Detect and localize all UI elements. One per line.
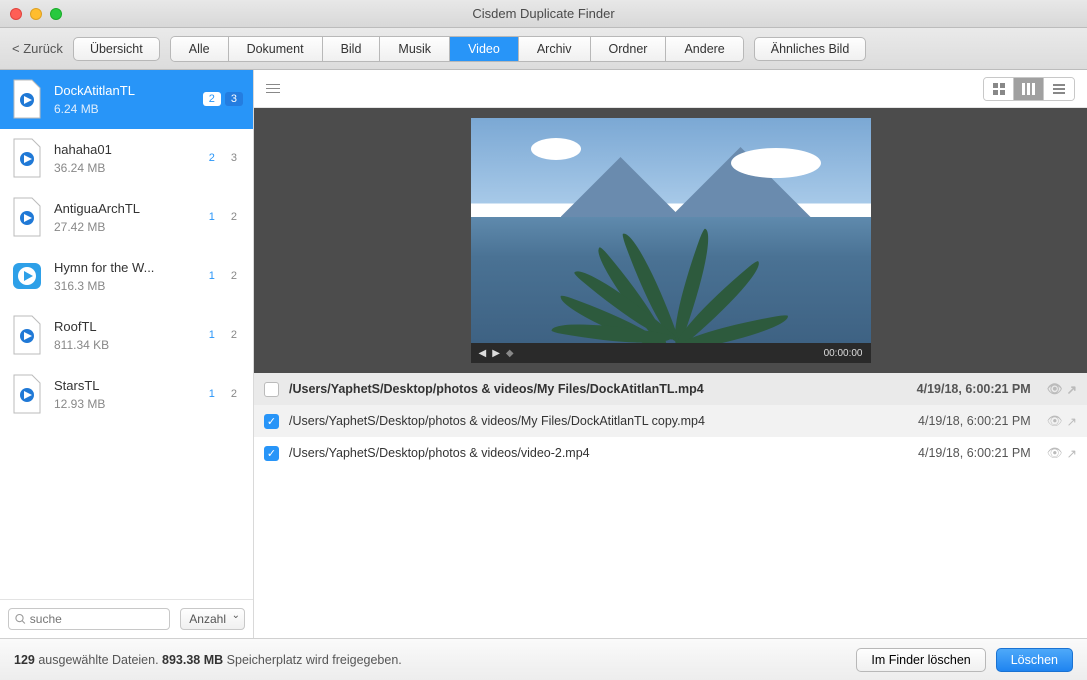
item-size: 811.34 KB bbox=[54, 338, 193, 352]
file-path: /Users/YaphetS/Desktop/photos & videos/v… bbox=[289, 446, 908, 460]
back-button[interactable]: < Zurück bbox=[12, 41, 63, 56]
file-date: 4/19/18, 6:00:21 PM bbox=[918, 446, 1031, 460]
duplicate-group-list[interactable]: DockAtitlanTL 6.24 MB 2 3 hahaha01 36.24… bbox=[0, 70, 253, 599]
search-input-wrapper[interactable] bbox=[8, 608, 170, 630]
view-mode-switch bbox=[983, 77, 1075, 101]
file-date: 4/19/18, 6:00:21 PM bbox=[917, 382, 1031, 396]
list-item[interactable]: RoofTL 811.34 KB 1 2 bbox=[0, 306, 253, 365]
item-name: StarsTL bbox=[54, 378, 193, 393]
tab-video[interactable]: Video bbox=[450, 37, 519, 61]
eye-hidden-icon[interactable]: 👁 bbox=[1047, 382, 1063, 397]
item-size: 316.3 MB bbox=[54, 279, 193, 293]
item-name: RoofTL bbox=[54, 319, 193, 334]
total-count: 2 bbox=[225, 387, 243, 401]
total-count: 2 bbox=[225, 328, 243, 342]
item-size: 36.24 MB bbox=[54, 161, 193, 175]
titlebar: Cisdem Duplicate Finder bbox=[0, 0, 1087, 28]
checkbox[interactable] bbox=[264, 414, 279, 429]
item-size: 12.93 MB bbox=[54, 397, 193, 411]
list-view-icon[interactable] bbox=[1044, 78, 1074, 100]
item-name: Hymn for the W... bbox=[54, 260, 193, 275]
player-controls: ◀︎ ▶ ◆ 00:00:00 bbox=[471, 343, 871, 363]
sort-dropdown[interactable]: Anzahl bbox=[180, 608, 245, 630]
toolbar: < Zurück Übersicht Alle Dokument Bild Mu… bbox=[0, 28, 1087, 70]
quicktime-icon bbox=[10, 373, 44, 415]
footer: 129 ausgewählte Dateien. 893.38 MB Speic… bbox=[0, 638, 1087, 680]
progress-dot[interactable]: ◆ bbox=[506, 348, 514, 359]
list-item[interactable]: AntiguaArchTL 27.42 MB 1 2 bbox=[0, 188, 253, 247]
item-size: 6.24 MB bbox=[54, 102, 193, 116]
quicktime-icon bbox=[10, 314, 44, 356]
sidebar-footer: Anzahl bbox=[0, 599, 253, 638]
quicktime-icon bbox=[10, 196, 44, 238]
quicktime-icon bbox=[10, 137, 44, 179]
tab-archiv[interactable]: Archiv bbox=[519, 37, 591, 61]
eye-hidden-icon[interactable]: 👁 bbox=[1047, 414, 1063, 429]
column-view-icon[interactable] bbox=[1014, 78, 1044, 100]
sidebar: DockAtitlanTL 6.24 MB 2 3 hahaha01 36.24… bbox=[0, 70, 254, 638]
file-row[interactable]: /Users/YaphetS/Desktop/photos & videos/v… bbox=[254, 437, 1087, 469]
delete-button[interactable]: Löschen bbox=[996, 648, 1073, 672]
menu-icon[interactable] bbox=[266, 84, 280, 93]
total-count: 3 bbox=[225, 151, 243, 165]
item-name: AntiguaArchTL bbox=[54, 201, 193, 216]
category-tabs: Alle Dokument Bild Musik Video Archiv Or… bbox=[170, 36, 744, 62]
overview-button[interactable]: Übersicht bbox=[73, 37, 160, 61]
reveal-icon[interactable]: ↗ bbox=[1067, 446, 1077, 461]
tab-alle[interactable]: Alle bbox=[171, 37, 229, 61]
item-size: 27.42 MB bbox=[54, 220, 193, 234]
tab-dokument[interactable]: Dokument bbox=[229, 37, 323, 61]
tab-andere[interactable]: Andere bbox=[666, 37, 742, 61]
play-icon[interactable]: ▶ bbox=[492, 348, 500, 359]
selected-count: 2 bbox=[203, 151, 221, 165]
tab-ordner[interactable]: Ordner bbox=[591, 37, 667, 61]
video-play-icon bbox=[10, 255, 44, 297]
quicktime-icon bbox=[10, 78, 44, 120]
selected-count: 2 bbox=[203, 92, 221, 106]
tab-bild[interactable]: Bild bbox=[323, 37, 381, 61]
time-display: 00:00:00 bbox=[824, 348, 863, 359]
file-date: 4/19/18, 6:00:21 PM bbox=[918, 414, 1031, 428]
checkbox[interactable] bbox=[264, 382, 279, 397]
total-count: 3 bbox=[225, 92, 243, 106]
similar-image-button[interactable]: Ähnliches Bild bbox=[754, 37, 867, 61]
eye-hidden-icon[interactable]: 👁 bbox=[1047, 446, 1063, 461]
list-item[interactable]: hahaha01 36.24 MB 2 3 bbox=[0, 129, 253, 188]
tab-musik[interactable]: Musik bbox=[380, 37, 450, 61]
selected-count: 1 bbox=[203, 269, 221, 283]
checkbox[interactable] bbox=[264, 446, 279, 461]
selected-count: 1 bbox=[203, 387, 221, 401]
list-item[interactable]: Hymn for the W... 316.3 MB 1 2 bbox=[0, 247, 253, 306]
list-item[interactable]: DockAtitlanTL 6.24 MB 2 3 bbox=[0, 70, 253, 129]
grid-view-icon[interactable] bbox=[984, 78, 1014, 100]
reveal-icon[interactable]: ↗ bbox=[1067, 382, 1077, 397]
file-row[interactable]: /Users/YaphetS/Desktop/photos & videos/M… bbox=[254, 373, 1087, 405]
content-pane: ◀︎ ▶ ◆ 00:00:00 /Users/YaphetS/Desktop/p… bbox=[254, 70, 1087, 638]
total-count: 2 bbox=[225, 210, 243, 224]
reveal-icon[interactable]: ↗ bbox=[1067, 414, 1077, 429]
file-row[interactable]: /Users/YaphetS/Desktop/photos & videos/M… bbox=[254, 405, 1087, 437]
file-path: /Users/YaphetS/Desktop/photos & videos/M… bbox=[289, 414, 908, 428]
item-name: hahaha01 bbox=[54, 142, 193, 157]
content-toolbar bbox=[254, 70, 1087, 108]
volume-icon[interactable]: ◀︎ bbox=[479, 348, 487, 359]
total-count: 2 bbox=[225, 269, 243, 283]
video-thumbnail[interactable] bbox=[471, 118, 871, 343]
search-icon bbox=[15, 613, 26, 625]
item-name: DockAtitlanTL bbox=[54, 83, 193, 98]
list-item[interactable]: StarsTL 12.93 MB 1 2 bbox=[0, 365, 253, 424]
video-preview: ◀︎ ▶ ◆ 00:00:00 bbox=[254, 108, 1087, 373]
search-input[interactable] bbox=[30, 612, 164, 626]
window-title: Cisdem Duplicate Finder bbox=[0, 6, 1087, 21]
delete-in-finder-button[interactable]: Im Finder löschen bbox=[856, 648, 985, 672]
selected-count: 1 bbox=[203, 328, 221, 342]
status-text: 129 ausgewählte Dateien. 893.38 MB Speic… bbox=[14, 653, 402, 667]
main-area: DockAtitlanTL 6.24 MB 2 3 hahaha01 36.24… bbox=[0, 70, 1087, 638]
file-list: /Users/YaphetS/Desktop/photos & videos/M… bbox=[254, 373, 1087, 638]
selected-count: 1 bbox=[203, 210, 221, 224]
file-path: /Users/YaphetS/Desktop/photos & videos/M… bbox=[289, 382, 907, 396]
